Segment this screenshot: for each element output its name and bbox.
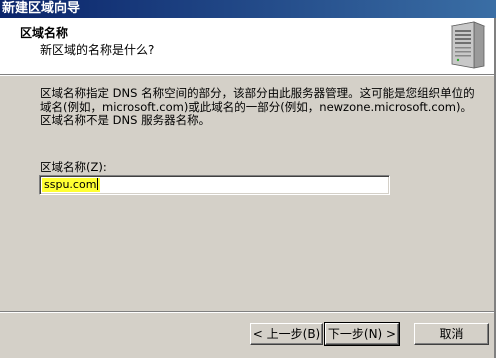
cancel-button[interactable]: 取消 — [414, 323, 489, 345]
window-title: 新建区域向导 — [2, 1, 81, 16]
zone-name-text: sspu.com — [44, 178, 97, 191]
new-zone-wizard-dialog: 新建区域向导 区域名称 新区域的名称是什么? 区域名称指定 DNS 名称空间的部… — [0, 0, 496, 358]
title-bar[interactable]: 新建区域向导 — [0, 0, 496, 18]
header-divider-highlight — [0, 75, 496, 76]
server-icon — [450, 21, 486, 69]
page-title: 区域名称 — [20, 26, 69, 40]
zone-name-input[interactable]: sspu.com — [39, 175, 390, 195]
back-button[interactable]: < 上一步(B) — [250, 323, 323, 345]
zone-name-value[interactable]: sspu.com — [42, 178, 101, 192]
text-caret — [97, 178, 99, 190]
page-subtitle: 新区域的名称是什么? — [40, 43, 155, 57]
zone-name-description: 区域名称指定 DNS 名称空间的部分，该部分由此服务器管理。这可能是您组织单位的… — [40, 86, 475, 127]
next-button[interactable]: 下一步(N) > — [324, 322, 400, 346]
zone-name-label: 区域名称(Z): — [40, 160, 107, 174]
footer-divider-highlight — [0, 312, 496, 313]
